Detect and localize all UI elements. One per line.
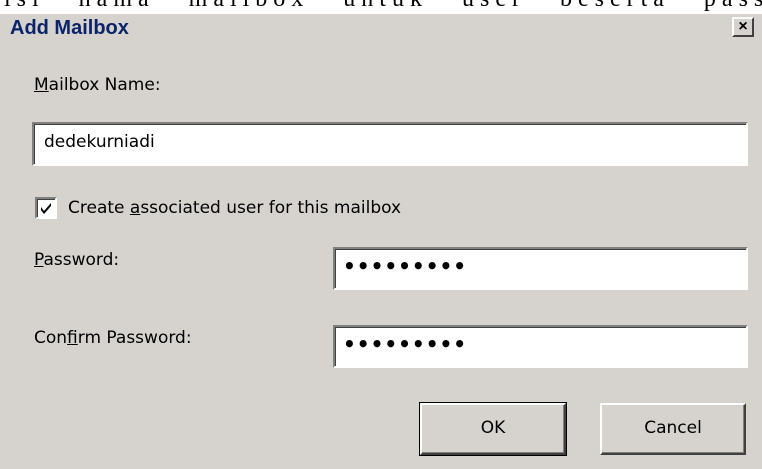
mailbox-name-label: Mailbox Name: [34,75,161,95]
mailbox-name-input[interactable]: dedekurniadi [32,122,748,166]
confirm-password-input[interactable]: ••••••••• [333,325,748,368]
associated-user-accelerator: a [129,198,141,218]
close-button[interactable]: × [732,17,754,37]
confirm-password-label-post: irm Password: [77,328,192,348]
dialog-title: Add Mailbox [10,17,129,39]
confirm-password-label: Confirm Password: [34,328,192,348]
mailbox-name-accelerator: M [34,75,49,95]
cancel-button[interactable]: Cancel [600,403,746,455]
password-label: Password: [34,250,119,270]
mailbox-name-label-text: ailbox Name: [48,75,161,95]
confirm-password-masked-value: ••••••••• [343,332,468,356]
password-label-text: assword: [43,250,120,270]
password-input[interactable]: ••••••••• [333,247,748,290]
associated-user-label-pre: Create [68,198,130,218]
close-icon: × [738,18,748,35]
password-masked-value: ••••••••• [343,254,468,278]
confirm-password-label-pre: Con [34,328,68,348]
dialog-title-bar[interactable]: Add Mailbox × [0,14,762,52]
screenshot-frame: isi nama mailbox untuk user beserta pass… [0,0,762,469]
mailbox-name-value: dedekurniadi [44,132,155,152]
checkmark-icon [41,203,51,214]
associated-user-checkbox[interactable] [35,197,57,219]
ok-button[interactable]: OK [419,402,567,456]
background-document-text: isi nama mailbox untuk user beserta pass… [4,0,762,13]
associated-user-label[interactable]: Create associated user for this mailbox [68,198,401,218]
background-document: isi nama mailbox untuk user beserta pass… [0,0,762,14]
confirm-password-accelerator: f [67,328,78,348]
associated-user-label-post: ssociated user for this mailbox [140,198,402,218]
password-accelerator: P [34,250,44,270]
